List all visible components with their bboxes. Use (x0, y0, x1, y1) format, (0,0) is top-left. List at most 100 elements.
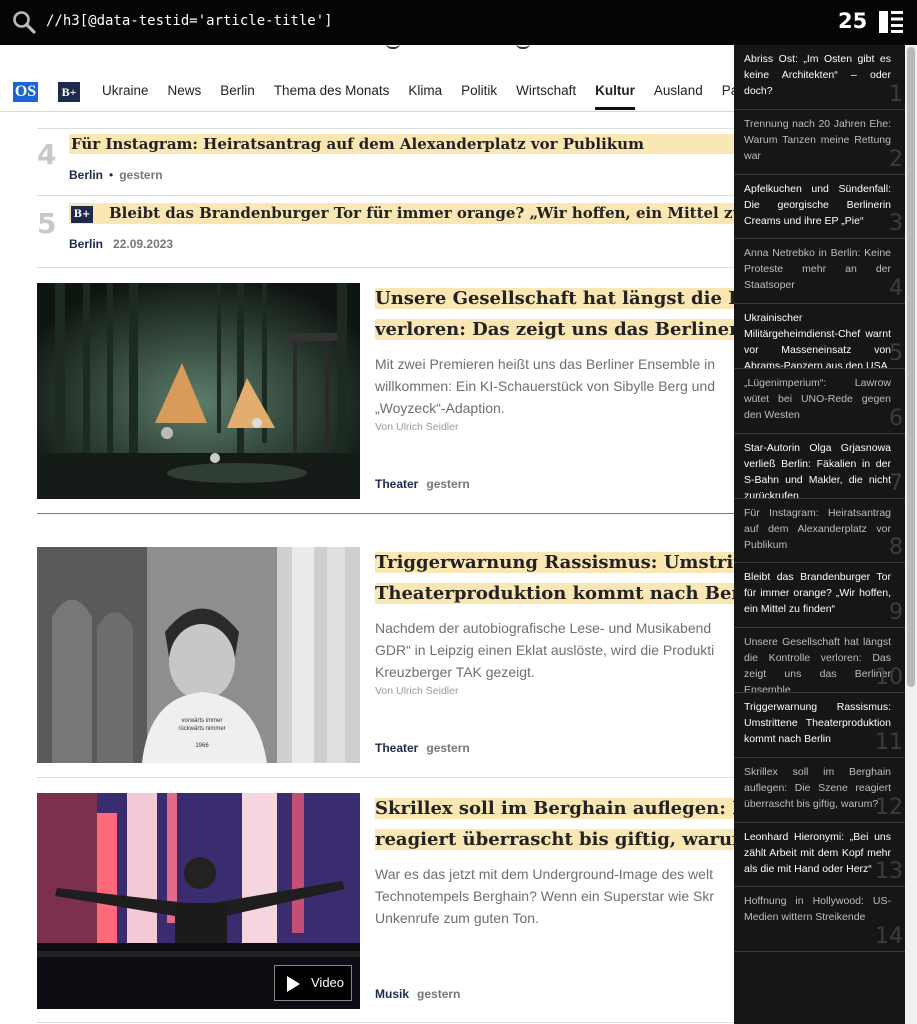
headline-line: Unsere Gesellschaft hat längst die Ko (375, 288, 735, 309)
result-title: „Lügenimperium“: Lawrow wütet bei UNO-Re… (744, 376, 891, 421)
xpath-result-item[interactable]: Ukrainischer Militärgeheimdienst-Chef wa… (734, 304, 905, 369)
headline-line: reagiert überrascht bis giftig, warum (375, 829, 735, 850)
article-title-text: Bleibt das Brandenburger Tor für immer o… (109, 204, 737, 222)
ranking-item[interactable]: 4 Für Instagram: Heiratsantrag auf dem A… (37, 134, 737, 194)
rank-number: 5 (37, 207, 57, 240)
ranking-item[interactable]: 5 B+ Bleibt das Brandenburger Tor für imm… (37, 203, 737, 263)
category-link[interactable]: Berlin (69, 168, 103, 182)
teaser-line: Nachdem der autobiografische Lese- und M… (375, 620, 712, 636)
stage-forest-photo (37, 283, 360, 499)
nav-item-news[interactable]: News (168, 72, 202, 110)
teaser-line: Technotempels Berghain? Wenn ein Superst… (375, 888, 715, 904)
xpath-result-item[interactable]: Hoffnung in Hollywood: US-Medien wittern… (734, 887, 905, 953)
bplus-logo[interactable]: B+ (58, 82, 80, 102)
headline-line: Triggerwarnung Rassismus: Umstritt (375, 552, 735, 573)
article-meta: Musik gestern (375, 987, 460, 1001)
headline-line: verloren: Das zeigt uns das Berliner E (375, 319, 735, 340)
os-logo[interactable]: OS (13, 82, 38, 102)
match-count: 25 (838, 9, 868, 33)
nav-item-thema-des-monats[interactable]: Thema des Monats (274, 72, 390, 110)
category-link[interactable]: Musik (375, 987, 409, 1001)
divider (37, 1022, 735, 1023)
result-title: Star-Autorin Olga Grjasnowa verließ Berl… (744, 441, 891, 499)
result-title: Trennung nach 20 Jahren Ehe: Warum Tanze… (744, 117, 891, 162)
shirt-text: rückwärts nimmer (178, 726, 225, 732)
headline-line: Theaterproduktion kommt nach Berli (375, 583, 735, 604)
list-icon[interactable] (879, 10, 903, 34)
divider (37, 195, 735, 196)
xpath-result-item[interactable]: Skrillex soll im Berghain auflegen: Die … (734, 758, 905, 823)
result-title: Abriss Ost: „Im Osten gibt es keine Arch… (744, 53, 891, 97)
result-title: Anna Netrebko in Berlin: Keine Proteste … (744, 247, 891, 292)
xpath-result-item[interactable]: Abriss Ost: „Im Osten gibt es keine Arch… (734, 45, 905, 110)
article-text: Unsere Gesellschaft hat längst die Ko ve… (375, 283, 735, 433)
nav-item-ukraine[interactable]: Ukraine (102, 72, 149, 110)
result-index: 10 (875, 664, 903, 690)
article-title[interactable]: Für Instagram: Heiratsantrag auf dem Ale… (69, 134, 737, 154)
category-link[interactable]: Theater (375, 477, 418, 491)
xpath-result-item[interactable]: Apfelkuchen und Sündenfall: Die georgisc… (734, 175, 905, 240)
xpath-result-item[interactable]: Anna Netrebko in Berlin: Keine Proteste … (734, 239, 905, 305)
divider (37, 267, 735, 268)
article-title[interactable]: Skrillex soll im Berghain auflegen: Di r… (375, 793, 735, 857)
xpath-query-input[interactable]: //h3[@data-testid='article-title'] (46, 13, 333, 29)
xpath-result-item[interactable]: Bleibt das Brandenburger Tor für immer o… (734, 563, 905, 629)
teaser-line: GDR“ in Leipzig einen Eklat auslöste, wi… (375, 642, 715, 658)
article-title[interactable]: Unsere Gesellschaft hat längst die Ko ve… (375, 283, 735, 347)
nav-item-kultur[interactable]: Kultur (595, 72, 635, 110)
article-image[interactable]: Video (37, 793, 360, 1009)
xpath-result-item[interactable]: Triggerwarnung Rassismus: Umstrittene Th… (734, 693, 905, 758)
article-teaser[interactable]: Unsere Gesellschaft hat längst die Ko ve… (37, 283, 735, 499)
article-date: gestern (426, 477, 470, 491)
shirt-text: 1966 (195, 743, 209, 749)
article-title[interactable]: B+ Bleibt das Brandenburger Tor für immer… (69, 203, 737, 224)
article-image[interactable]: vorwärts immer rückwärts nimmer 1966 (37, 547, 360, 763)
results-scrollbar[interactable] (905, 45, 917, 1024)
category-link[interactable]: Theater (375, 741, 418, 755)
xpath-result-item[interactable]: Unsere Gesellschaft hat längst die Kontr… (734, 628, 905, 693)
category-link[interactable]: Berlin (69, 237, 103, 251)
teaser-line: War es das jetzt mit dem Underground-Ima… (375, 866, 713, 882)
nav-item-wirtschaft[interactable]: Wirtschaft (516, 72, 576, 110)
masthead-remnant (0, 45, 740, 53)
video-label: Video (311, 975, 345, 990)
result-index: 9 (889, 600, 903, 626)
result-title: Für Instagram: Heiratsantrag auf dem Ale… (744, 506, 891, 551)
xpath-result-item[interactable]: Trennung nach 20 Jahren Ehe: Warum Tanze… (734, 110, 905, 175)
result-index: 8 (889, 535, 903, 561)
article-author: Von Ulrich Seidler (375, 421, 459, 433)
article-teaser[interactable]: vorwärts immer rückwärts nimmer 1966 Tri… (37, 547, 735, 763)
xpath-result-item[interactable]: Leonhard Hieronymi: „Bei uns zählt Arbei… (734, 823, 905, 888)
divider (37, 513, 735, 514)
nav-item-berlin[interactable]: Berlin (220, 72, 255, 110)
result-title: Skrillex soll im Berghain auflegen: Die … (744, 765, 891, 810)
xpath-result-item[interactable]: Für Instagram: Heiratsantrag auf dem Ale… (734, 499, 905, 564)
shirt-text: vorwärts immer (181, 718, 222, 724)
article-meta: Berlin 22.09.2023 (69, 237, 173, 251)
nav-item-klima[interactable]: Klima (408, 72, 442, 110)
article-meta: Theater gestern (375, 741, 470, 755)
search-icon[interactable] (12, 10, 36, 34)
result-index: 11 (875, 729, 903, 755)
article-teaser-text: Mit zwei Premieren heißt uns das Berline… (375, 353, 735, 419)
nav-item-pano[interactable]: Pano (722, 72, 735, 110)
result-index: 1 (889, 81, 903, 107)
article-text: Triggerwarnung Rassismus: Umstritt Theat… (375, 547, 735, 697)
xpath-result-item[interactable]: „Lügenimperium“: Lawrow wütet bei UNO-Re… (734, 369, 905, 434)
nav-item-ausland[interactable]: Ausland (654, 72, 703, 110)
child-photo: vorwärts immer rückwärts nimmer 1966 (37, 547, 360, 763)
scrollbar-thumb[interactable] (907, 47, 915, 687)
result-title: Triggerwarnung Rassismus: Umstrittene Th… (744, 700, 891, 745)
video-button[interactable]: Video (274, 965, 352, 1001)
divider (37, 777, 735, 778)
result-index: 13 (875, 859, 903, 885)
play-icon (287, 976, 300, 992)
result-index: 12 (875, 794, 903, 820)
headline-line: Skrillex soll im Berghain auflegen: Di (375, 798, 735, 819)
xpath-result-item[interactable]: Star-Autorin Olga Grjasnowa verließ Berl… (734, 434, 905, 499)
article-teaser[interactable]: Video Skrillex soll im Berghain auflegen… (37, 793, 735, 1009)
article-title[interactable]: Triggerwarnung Rassismus: Umstritt Theat… (375, 547, 735, 611)
article-image[interactable] (37, 283, 360, 499)
result-title: Bleibt das Brandenburger Tor für immer o… (744, 571, 891, 616)
nav-item-politik[interactable]: Politik (461, 72, 497, 110)
